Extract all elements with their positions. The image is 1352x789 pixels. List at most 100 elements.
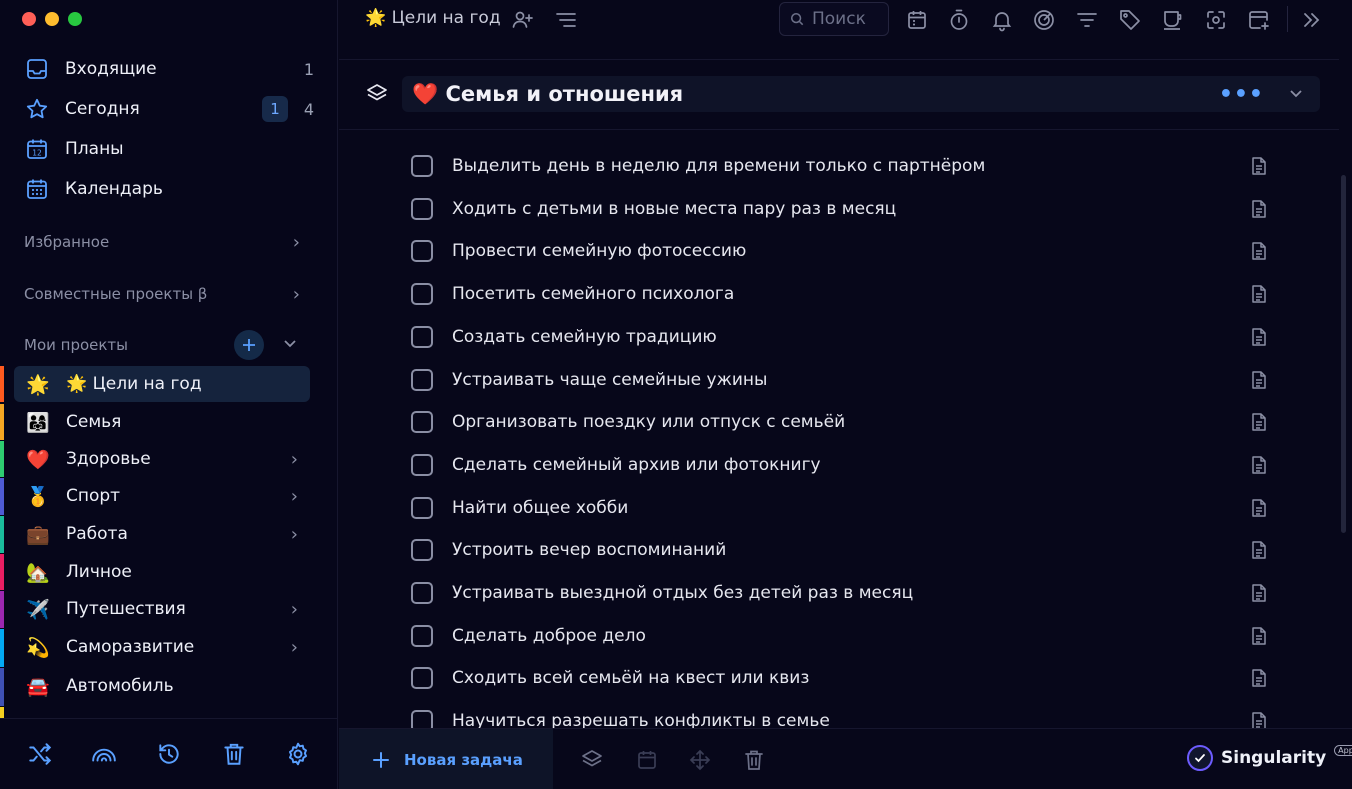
more-options-icon[interactable]: •••: [1219, 82, 1264, 107]
section-my-projects[interactable]: Мои проекты: [24, 333, 224, 357]
note-document-icon[interactable]: [1249, 583, 1269, 603]
scrollbar[interactable]: [1341, 175, 1346, 533]
note-document-icon[interactable]: [1249, 455, 1269, 475]
note-document-icon[interactable]: [1249, 668, 1269, 688]
zoom-window-button[interactable]: [68, 12, 82, 26]
chevron-right-icon[interactable]: ›: [291, 449, 298, 470]
trash-icon[interactable]: [221, 741, 247, 767]
note-document-icon[interactable]: [1249, 327, 1269, 347]
task-title[interactable]: Устроить вечер воспоминаний: [452, 540, 726, 560]
task-checkbox[interactable]: [411, 240, 433, 263]
nav-inbox[interactable]: Входящие 1: [24, 54, 324, 84]
timer-icon[interactable]: [947, 8, 971, 32]
project-item-family[interactable]: 👨‍👩‍👧 Семья: [14, 404, 310, 440]
group-header[interactable]: ❤️ Семья и отношения •••: [402, 76, 1320, 112]
task-title[interactable]: Сходить всей семьёй на квест или квиз: [452, 668, 809, 688]
layers-icon[interactable]: [580, 748, 604, 772]
filter-icon[interactable]: [1075, 8, 1099, 32]
note-document-icon[interactable]: [1249, 284, 1269, 304]
task-checkbox[interactable]: [411, 155, 433, 177]
task-title[interactable]: Устраивать выездной отдых без детей раз …: [452, 583, 913, 603]
bell-icon[interactable]: [990, 8, 1014, 32]
layers-icon[interactable]: [365, 82, 389, 106]
note-document-icon[interactable]: [1249, 156, 1269, 176]
calendar-icon[interactable]: [635, 748, 659, 772]
task-title[interactable]: Найти общее хобби: [452, 498, 628, 518]
chevron-right-icon[interactable]: ›: [291, 486, 298, 507]
project-title[interactable]: 🌟 Цели на год: [365, 8, 501, 28]
nav-calendar[interactable]: Календарь: [24, 174, 324, 204]
task-checkbox[interactable]: [411, 624, 433, 647]
note-document-icon[interactable]: [1249, 241, 1269, 261]
trash-icon[interactable]: [742, 748, 766, 772]
task-checkbox[interactable]: [411, 582, 433, 604]
section-favorites[interactable]: Избранное ›: [24, 230, 312, 254]
task-row[interactable]: Сделать доброе дело: [411, 619, 1281, 653]
nav-plans[interactable]: 12 Планы: [24, 134, 324, 164]
history-icon[interactable]: [156, 741, 182, 767]
sort-icon[interactable]: [554, 8, 578, 32]
task-title[interactable]: Выделить день в неделю для времени тольк…: [452, 156, 985, 176]
scan-focus-icon[interactable]: [1204, 8, 1228, 32]
task-checkbox[interactable]: [411, 453, 433, 476]
task-checkbox[interactable]: [411, 539, 433, 562]
project-item-car[interactable]: 🚘 Автомобиль: [14, 668, 310, 704]
double-chevron-right-icon[interactable]: [1299, 8, 1323, 32]
project-item-travel[interactable]: ✈️ Путешествия ›: [14, 591, 310, 627]
task-checkbox[interactable]: [411, 710, 433, 728]
task-checkbox[interactable]: [411, 368, 433, 391]
settings-gear-icon[interactable]: [285, 741, 311, 767]
project-item-health[interactable]: ❤️ Здоровье ›: [14, 441, 310, 477]
project-item-selfdev[interactable]: 💫 Саморазвитие ›: [14, 629, 310, 665]
section-shared-projects[interactable]: Совместные проекты β ›: [24, 282, 312, 306]
note-document-icon[interactable]: [1249, 626, 1269, 646]
task-row[interactable]: Посетить семейного психолога: [411, 277, 1281, 311]
task-checkbox[interactable]: [411, 667, 433, 690]
task-checkbox[interactable]: [411, 496, 433, 519]
task-checkbox[interactable]: [411, 325, 433, 348]
chevron-right-icon[interactable]: ›: [291, 524, 298, 545]
new-task-button[interactable]: Новая задача: [339, 729, 553, 789]
task-title[interactable]: Ходить с детьми в новые места пару раз в…: [452, 199, 896, 219]
add-member-icon[interactable]: [511, 8, 535, 32]
task-row[interactable]: Создать семейную традицию: [411, 320, 1281, 354]
task-checkbox[interactable]: [411, 197, 433, 220]
project-item-personal[interactable]: 🏡 Личное: [14, 554, 310, 590]
task-row[interactable]: Устраивать чаще семейные ужины: [411, 363, 1281, 397]
coffee-cup-icon[interactable]: [1161, 8, 1185, 32]
task-title[interactable]: Провести семейную фотосессию: [452, 241, 746, 261]
chevron-down-icon[interactable]: [1286, 83, 1306, 103]
add-project-button[interactable]: [234, 330, 264, 360]
chevron-right-icon[interactable]: ›: [291, 599, 298, 620]
task-row[interactable]: Сделать семейный архив или фотокнигу: [411, 448, 1281, 482]
search-input[interactable]: Поиск: [779, 2, 889, 36]
note-document-icon[interactable]: [1249, 412, 1269, 432]
calendar-icon[interactable]: [905, 8, 929, 32]
tag-icon[interactable]: [1118, 8, 1142, 32]
note-document-icon[interactable]: [1249, 370, 1269, 390]
task-row[interactable]: Выделить день в неделю для времени тольк…: [411, 149, 1281, 183]
task-title[interactable]: Создать семейную традицию: [452, 327, 717, 347]
chevron-right-icon[interactable]: ›: [291, 637, 298, 658]
task-row[interactable]: Устраивать выездной отдых без детей раз …: [411, 576, 1281, 610]
minimize-window-button[interactable]: [45, 12, 59, 26]
chevron-down-icon[interactable]: [281, 334, 299, 352]
task-title[interactable]: Сделать доброе дело: [452, 626, 646, 646]
note-document-icon[interactable]: [1249, 498, 1269, 518]
add-window-icon[interactable]: [1247, 8, 1271, 32]
task-row[interactable]: Провести семейную фотосессию: [411, 234, 1281, 268]
task-row[interactable]: Ходить с детьми в новые места пару раз в…: [411, 192, 1281, 226]
task-row[interactable]: Научиться разрешать конфликты в семье: [411, 704, 1281, 728]
rainbow-icon[interactable]: [91, 741, 117, 767]
shuffle-icon[interactable]: [27, 741, 53, 767]
project-item-sport[interactable]: 🥇 Спорт ›: [14, 478, 310, 514]
task-row[interactable]: Сходить всей семьёй на квест или квиз: [411, 661, 1281, 695]
task-checkbox[interactable]: [411, 411, 433, 434]
project-item-work[interactable]: 💼 Работа ›: [14, 516, 310, 552]
note-document-icon[interactable]: [1249, 711, 1269, 728]
task-row[interactable]: Организовать поездку или отпуск с семьёй: [411, 405, 1281, 439]
task-title[interactable]: Устраивать чаще семейные ужины: [452, 370, 767, 390]
move-arrows-icon[interactable]: [688, 748, 712, 772]
note-document-icon[interactable]: [1249, 540, 1269, 560]
task-title[interactable]: Организовать поездку или отпуск с семьёй: [452, 412, 845, 432]
